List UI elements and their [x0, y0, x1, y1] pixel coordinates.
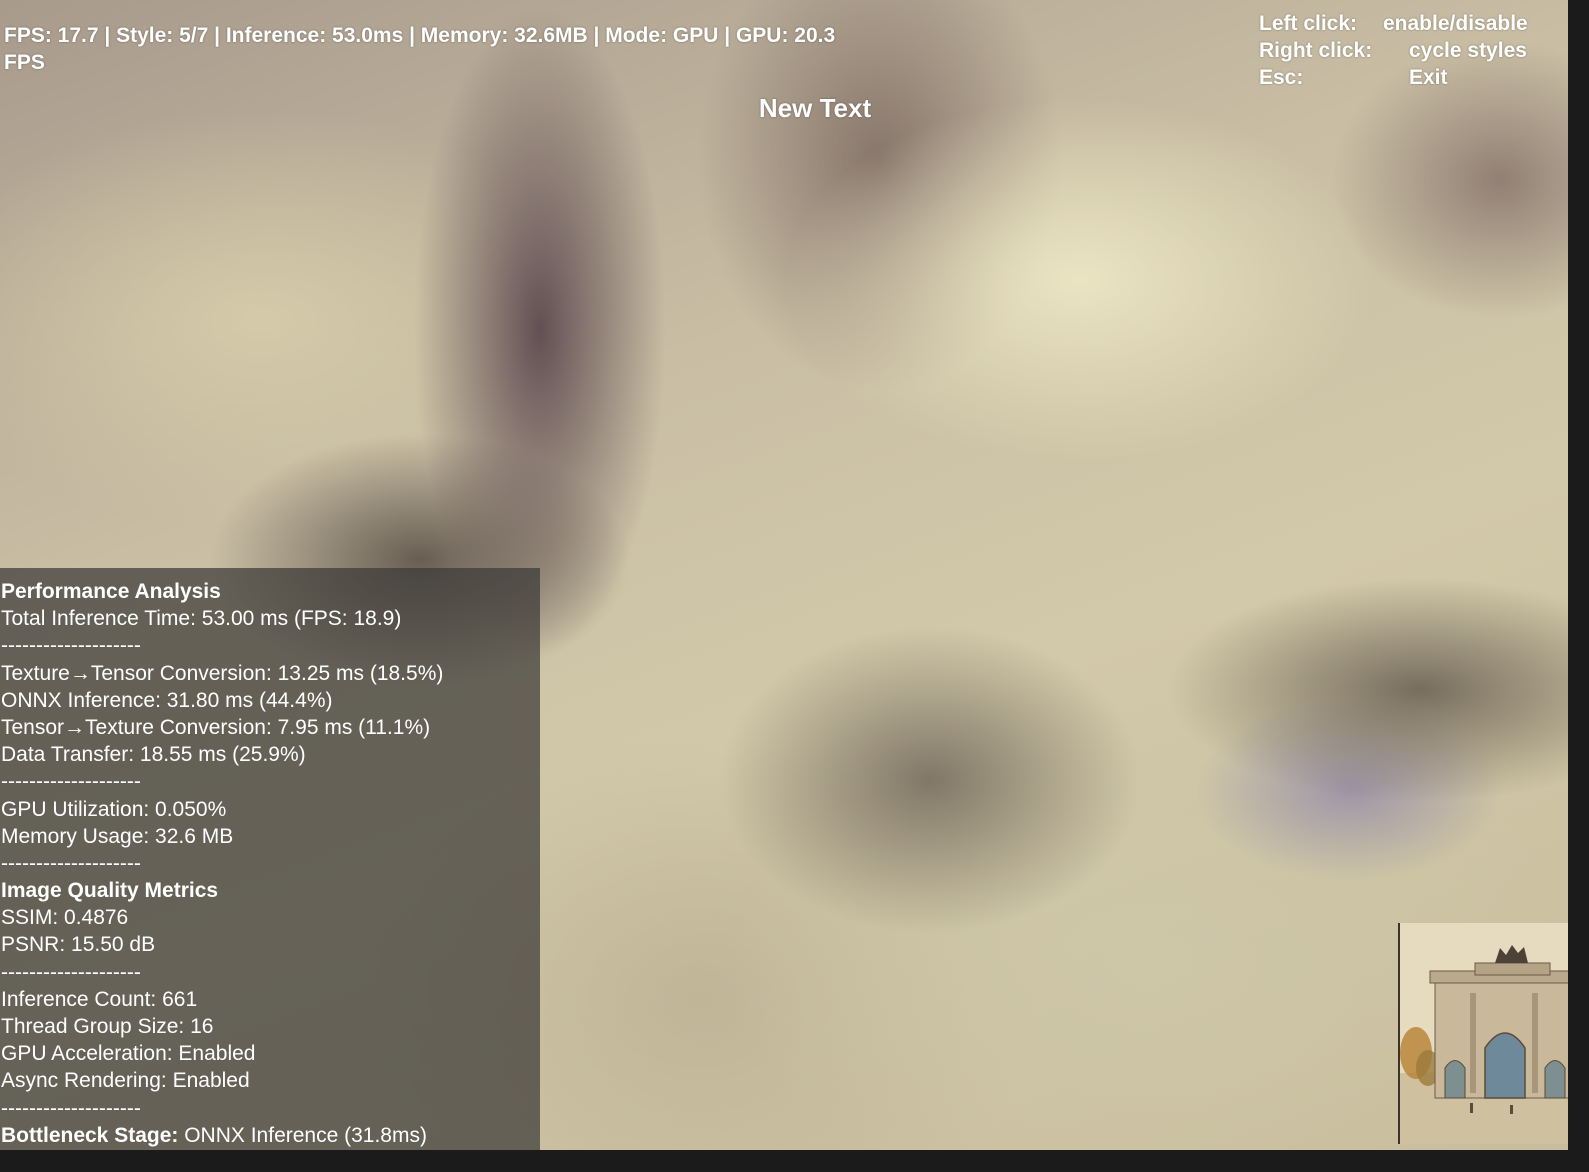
separator: -------------------- — [1, 851, 141, 875]
control-action: enable/disable — [1383, 12, 1528, 35]
ssim-line: SSIM: 0.4876 — [1, 906, 129, 930]
performance-analysis-panel: Performance Analysis Total Inference Tim… — [0, 568, 540, 1150]
stage-line: Tensor→Texture Conversion: 7.95 ms (11.1… — [1, 715, 431, 739]
status-bar-text: FPS: 17.7 | Style: 5/7 | Inference: 53.0… — [4, 24, 836, 74]
control-action: cycle styles — [1409, 39, 1527, 62]
arch-painting-thumbnail-icon — [1400, 923, 1568, 1144]
stage-line: Texture→Tensor Conversion: 13.25 ms (18.… — [1, 661, 444, 685]
separator: -------------------- — [1, 634, 141, 658]
bottleneck-line: Bottleneck Stage: ONNX Inference (31.8ms… — [1, 1122, 540, 1149]
stage-line: ONNX Inference: 31.80 ms (44.4%) — [1, 688, 333, 712]
async-rendering-line: Async Rendering: Enabled — [1, 1069, 250, 1093]
control-action: Exit — [1409, 66, 1448, 89]
window-edge-right — [1568, 0, 1589, 1172]
separator: -------------------- — [1, 960, 141, 984]
gpu-acceleration-line: GPU Acceleration: Enabled — [1, 1042, 256, 1066]
panel-title: Performance Analysis — [1, 580, 221, 603]
separator: -------------------- — [1, 770, 141, 794]
separator: -------------------- — [1, 1096, 141, 1120]
psnr-line: PSNR: 15.50 dB — [1, 933, 156, 957]
style-reference-thumbnail — [1398, 923, 1568, 1144]
stage-line: Data Transfer: 18.55 ms (25.9%) — [1, 743, 306, 767]
control-row-esc: Esc: Exit — [1259, 64, 1559, 91]
gpu-utilization-line: GPU Utilization: 0.050% — [1, 797, 227, 821]
quality-metrics-title: Image Quality Metrics — [1, 879, 219, 903]
inference-count-line: Inference Count: 661 — [1, 987, 198, 1011]
control-key: Right click: — [1259, 39, 1373, 62]
memory-usage-line: Memory Usage: 32.6 MB — [1, 824, 234, 848]
control-key: Esc: — [1259, 66, 1304, 89]
control-key: Left click: — [1259, 12, 1358, 35]
control-row-left-click: Left click: enable/disable — [1259, 10, 1559, 37]
bottleneck-value: ONNX Inference (31.8ms) — [178, 1123, 427, 1147]
bottleneck-label: Bottleneck Stage: — [1, 1123, 179, 1147]
thread-group-size-line: Thread Group Size: 16 — [1, 1015, 214, 1038]
center-title-text: New Text — [758, 93, 872, 123]
controls-help: Left click: enable/disable Right click: … — [1259, 10, 1559, 91]
control-row-right-click: Right click: cycle styles — [1259, 37, 1559, 64]
total-inference-line: Total Inference Time: 53.00 ms (FPS: 18.… — [1, 607, 402, 631]
window-edge-bottom — [0, 1150, 1589, 1172]
